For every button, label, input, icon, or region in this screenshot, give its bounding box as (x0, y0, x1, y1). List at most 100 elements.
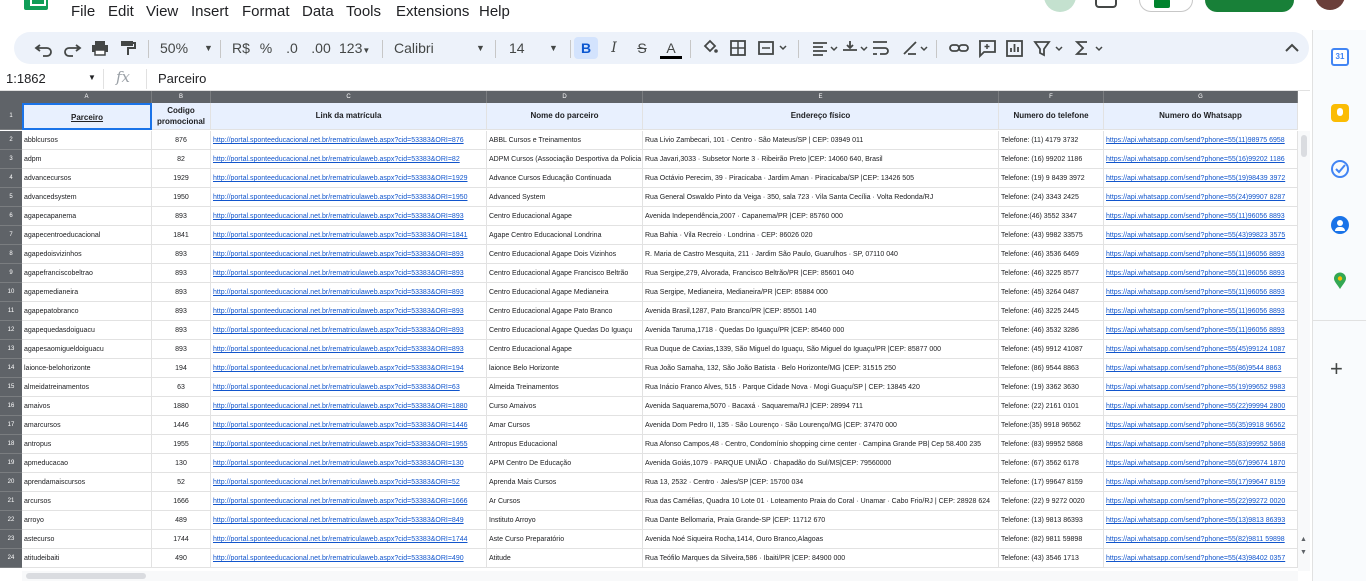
table-cell[interactable]: http://portal.sponteeducacional.net.br/r… (211, 549, 487, 568)
table-cell[interactable]: Rua Sergipe,279, Alvorada, Francisco Bel… (643, 264, 999, 283)
row-header[interactable]: 13 (0, 340, 22, 359)
fill-color-icon[interactable] (700, 37, 720, 59)
table-cell[interactable]: abblcursos (22, 131, 152, 150)
vertical-scrollbar[interactable]: ▲ ▼ (1298, 131, 1310, 571)
row-header[interactable]: 17 (0, 416, 22, 435)
table-cell[interactable]: Telefone:(35) 9918 96562 (999, 416, 1104, 435)
table-cell[interactable]: http://portal.sponteeducacional.net.br/r… (211, 150, 487, 169)
table-cell[interactable]: Advanced System (487, 188, 643, 207)
borders-icon[interactable] (728, 37, 748, 59)
table-cell[interactable]: Telefone: (11) 4179 3732 (999, 131, 1104, 150)
share-button[interactable] (1205, 0, 1294, 12)
table-cell[interactable]: Agape Centro Educacional Londrina (487, 226, 643, 245)
table-cell[interactable]: https://api.whatsapp.com/send?phone=55(1… (1104, 245, 1298, 264)
table-cell[interactable]: 82 (152, 150, 211, 169)
table-cell[interactable]: 1446 (152, 416, 211, 435)
table-cell[interactable]: agapefranciscobeltrao (22, 264, 152, 283)
table-cell[interactable]: http://portal.sponteeducacional.net.br/r… (211, 340, 487, 359)
row-header[interactable]: 10 (0, 283, 22, 302)
scroll-thumb[interactable] (1301, 135, 1307, 157)
menu-extensions[interactable]: Extensions (396, 3, 469, 20)
header-cell[interactable]: Numero do telefone (999, 103, 1104, 130)
table-cell[interactable]: 489 (152, 511, 211, 530)
table-cell[interactable]: Avenida Dom Pedro II, 135 · São Lourenço… (643, 416, 999, 435)
table-cell[interactable]: https://api.whatsapp.com/send?phone=55(1… (1104, 207, 1298, 226)
scroll-up-icon[interactable]: ▲ (1300, 536, 1307, 543)
scroll-down-icon[interactable]: ▼ (1300, 549, 1307, 556)
table-cell[interactable]: Centro Educacional Agape Quedas Do Iguaç… (487, 321, 643, 340)
menu-tools[interactable]: Tools (346, 3, 381, 20)
table-cell[interactable]: Centro Educacional Agape Pato Branco (487, 302, 643, 321)
table-cell[interactable]: Telefone: (46) 3532 3286 (999, 321, 1104, 340)
header-cell[interactable]: Nome do parceiro (487, 103, 643, 130)
table-cell[interactable]: Avenida Brasil,1287, Pato Branco/PR |CEP… (643, 302, 999, 321)
table-cell[interactable]: Rua General Oswaldo Pinto da Veiga · 350… (643, 188, 999, 207)
table-cell[interactable]: 52 (152, 473, 211, 492)
column-header-a[interactable]: A (22, 91, 152, 103)
row-header[interactable]: 20 (0, 473, 22, 492)
table-cell[interactable]: agapedoisvizinhos (22, 245, 152, 264)
table-cell[interactable]: Telefone: (24) 3343 2425 (999, 188, 1104, 207)
row-header[interactable]: 5 (0, 188, 22, 207)
table-cell[interactable]: Instituto Arroyo (487, 511, 643, 530)
table-cell[interactable]: 893 (152, 264, 211, 283)
table-cell[interactable]: http://portal.sponteeducacional.net.br/r… (211, 302, 487, 321)
table-cell[interactable]: antropus (22, 435, 152, 454)
table-cell[interactable]: 893 (152, 340, 211, 359)
row-header[interactable]: 7 (0, 226, 22, 245)
avatar[interactable] (1315, 0, 1345, 10)
row-header[interactable]: 22 (0, 511, 22, 530)
table-cell[interactable]: https://api.whatsapp.com/send?phone=55(4… (1104, 226, 1298, 245)
font-size-select[interactable]: 14 ▼ (509, 37, 559, 59)
table-cell[interactable]: Avenida Saquarema,5070 · Bacaxá · Saquar… (643, 397, 999, 416)
table-cell[interactable]: Telefone: (17) 99647 8159 (999, 473, 1104, 492)
align-left-icon[interactable] (810, 37, 840, 59)
table-cell[interactable]: agapecapanema (22, 207, 152, 226)
table-cell[interactable]: Telefone: (16) 99202 1186 (999, 150, 1104, 169)
table-cell[interactable]: http://portal.sponteeducacional.net.br/r… (211, 435, 487, 454)
table-cell[interactable]: http://portal.sponteeducacional.net.br/r… (211, 131, 487, 150)
table-cell[interactable]: https://api.whatsapp.com/send?phone=55(1… (1104, 378, 1298, 397)
select-all-corner[interactable] (0, 91, 22, 103)
zoom-select[interactable]: 50% ▼ (160, 37, 216, 59)
row-header[interactable]: 16 (0, 397, 22, 416)
table-cell[interactable]: Aprenda Mais Cursos (487, 473, 643, 492)
table-cell[interactable]: https://api.whatsapp.com/send?phone=55(3… (1104, 416, 1298, 435)
table-cell[interactable]: agapemedianeira (22, 283, 152, 302)
table-cell[interactable]: https://api.whatsapp.com/send?phone=55(2… (1104, 397, 1298, 416)
table-cell[interactable]: laionce Belo Horizonte (487, 359, 643, 378)
table-cell[interactable]: https://api.whatsapp.com/send?phone=55(1… (1104, 264, 1298, 283)
table-cell[interactable]: amaivos (22, 397, 152, 416)
table-cell[interactable]: Centro Educacional Agape Francisco Beltr… (487, 264, 643, 283)
menu-data[interactable]: Data (302, 3, 334, 20)
table-cell[interactable]: Rua 13, 2532 · Centro · Jales/SP |CEP: 1… (643, 473, 999, 492)
table-cell[interactable]: Avenida Independência,2007 · Capanema/PR… (643, 207, 999, 226)
table-cell[interactable]: 893 (152, 302, 211, 321)
table-cell[interactable]: Amar Cursos (487, 416, 643, 435)
bold-button[interactable]: B (574, 37, 598, 59)
row-header[interactable]: 14 (0, 359, 22, 378)
table-cell[interactable]: advancecursos (22, 169, 152, 188)
table-cell[interactable]: https://api.whatsapp.com/send?phone=55(1… (1104, 511, 1298, 530)
table-cell[interactable]: Telefone: (19) 3362 3630 (999, 378, 1104, 397)
menu-edit[interactable]: Edit (108, 3, 134, 20)
table-cell[interactable]: http://portal.sponteeducacional.net.br/r… (211, 283, 487, 302)
table-cell[interactable]: Advance Cursos Educação Continuada (487, 169, 643, 188)
table-cell[interactable]: Rua Dante Bellomaria, Praia Grande-SP |C… (643, 511, 999, 530)
insert-chart-icon[interactable] (1004, 37, 1026, 59)
row-header[interactable]: 3 (0, 150, 22, 169)
table-cell[interactable]: Telefone: (45) 3264 0487 (999, 283, 1104, 302)
table-cell[interactable]: agapesaomigueldoiguacu (22, 340, 152, 359)
table-cell[interactable]: 63 (152, 378, 211, 397)
table-cell[interactable]: https://api.whatsapp.com/send?phone=55(1… (1104, 473, 1298, 492)
comments-icon[interactable] (1095, 0, 1117, 8)
table-cell[interactable]: Atitude (487, 549, 643, 568)
horizontal-scrollbar[interactable] (22, 571, 1298, 581)
table-cell[interactable]: http://portal.sponteeducacional.net.br/r… (211, 188, 487, 207)
row-header-1[interactable]: 1 (0, 103, 22, 130)
table-cell[interactable]: Avenida Taruma,1718 · Quedas Do Iguaçu/P… (643, 321, 999, 340)
keep-icon[interactable] (1331, 104, 1349, 122)
currency-button[interactable]: R$ (230, 37, 252, 59)
header-cell[interactable]: Parceiro (22, 103, 152, 130)
table-cell[interactable]: http://portal.sponteeducacional.net.br/r… (211, 378, 487, 397)
